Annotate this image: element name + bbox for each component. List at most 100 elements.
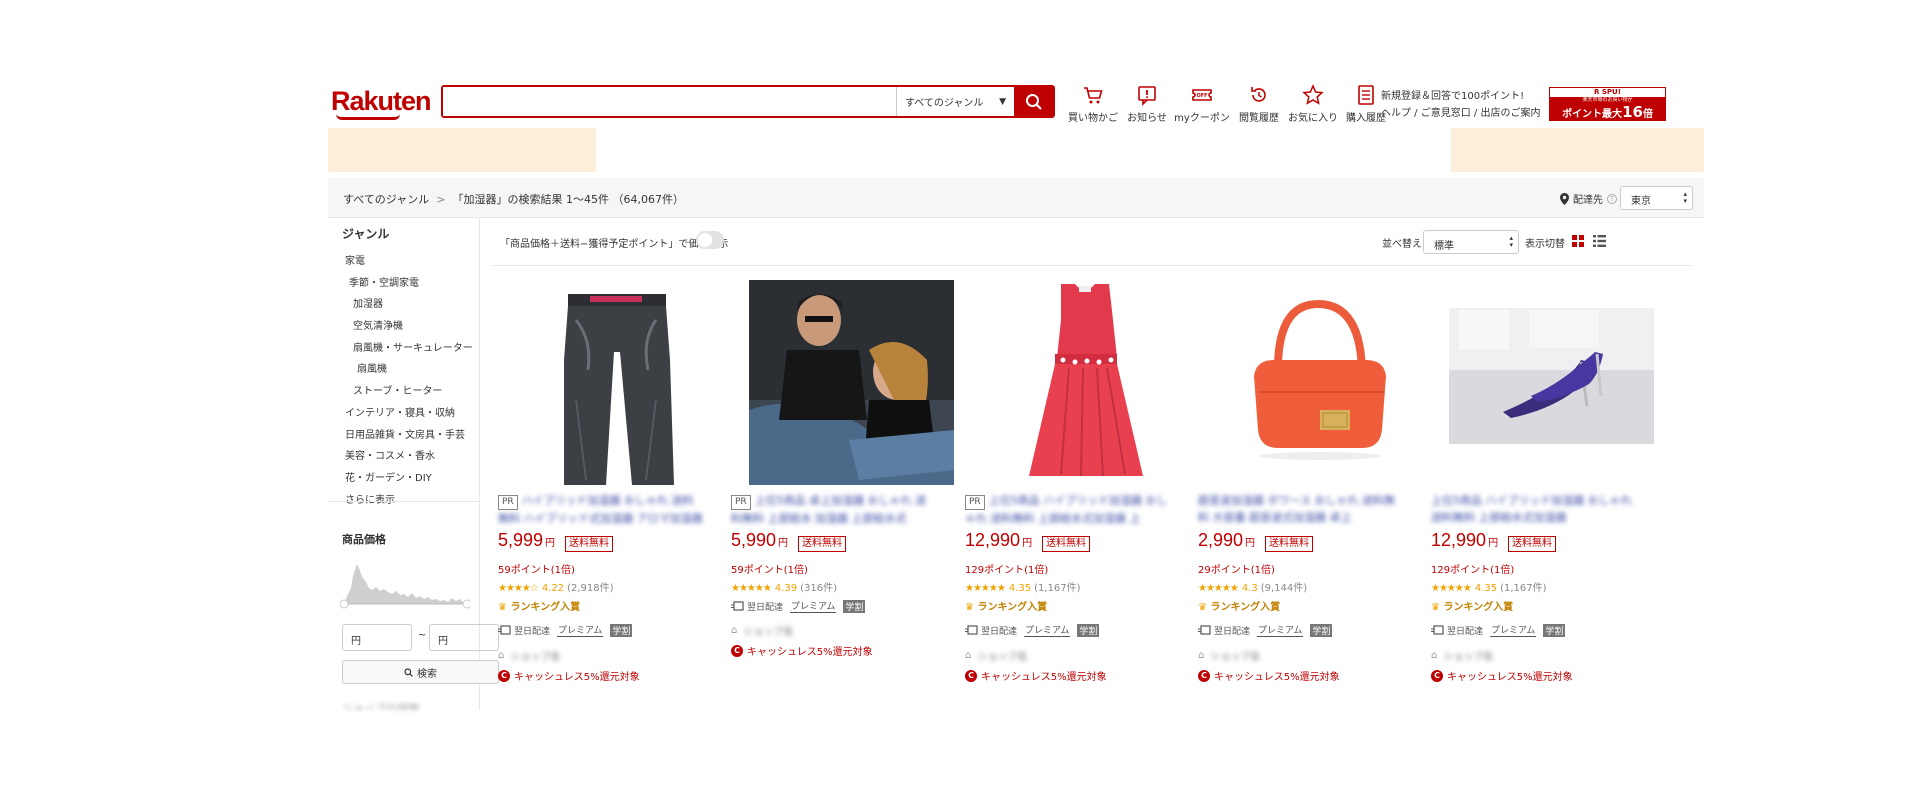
shop-name: ショップ名 (1443, 652, 1494, 663)
shop-row[interactable]: ⌂ ショップ名 (965, 648, 1027, 663)
genre-item[interactable]: 花・ガーデン・DIY (328, 469, 480, 491)
view-toggle-label: 表示切替 (1525, 239, 1565, 250)
pr-badge: PR (731, 495, 751, 510)
product-card[interactable]: PR 上位5商品 卓上加湿器 おしゃれ 送料無料 上部給水 加湿器 上部給水式 5… (731, 280, 954, 710)
rating[interactable]: ★★★★★ 4.3 (9,144件) (1198, 579, 1307, 594)
rating[interactable]: ★★★★★ 4.39 (316件) (731, 579, 837, 594)
cashless-text: キャッシュレス5%還元対象 (981, 672, 1107, 683)
ranking-badge[interactable]: ♛ ランキング入賞 (965, 598, 1047, 613)
cashless-icon: C (965, 669, 977, 682)
breadcrumb-root-link[interactable]: すべてのジャンル (343, 193, 429, 206)
genre-select[interactable]: すべてのジャンル ▼ (896, 87, 1014, 116)
product-title[interactable]: PR 上位5商品 卓上加湿器 おしゃれ 送料無料 上部給水 加湿器 上部給水式 (731, 492, 937, 526)
product-image[interactable] (983, 280, 1188, 485)
rating-score: 4.22 (541, 583, 565, 594)
product-price: 5,999 (498, 530, 544, 550)
product-title-text[interactable]: 超音波加湿器 ボワース おしゃれ 送料無料 大容量 超音波式加湿器 卓上 (1198, 494, 1395, 524)
rakuten-logo[interactable]: Rakuten (331, 86, 432, 117)
spu-banner[interactable]: R SPU! 楽天市場のお買い物が ポイント最大16倍 (1549, 87, 1666, 121)
shop-icon: ⌂ (498, 650, 505, 661)
price-display-toggle[interactable] (696, 231, 724, 249)
product-card[interactable]: PR 上位5商品 ハイブリッド加湿器 おしゃれ 送料無料 上部給水式加湿器 上 1… (965, 280, 1188, 710)
genre-item[interactable]: 美容・コスメ・香水 (328, 447, 480, 469)
points-text: 29ポイント(1倍) (1198, 565, 1275, 576)
ranking-badge[interactable]: ♛ ランキング入賞 (1198, 598, 1280, 613)
rating[interactable]: ★★★★★ 4.35 (1,167件) (1431, 579, 1547, 594)
sort-label: 並べ替え (1382, 239, 1422, 250)
help-links[interactable]: ヘルプ / ご意見窓口 / 出店のご案内 (1381, 105, 1540, 122)
next-day-label: 翌日配達 (514, 626, 551, 637)
search-icon (1025, 93, 1042, 110)
search-icon (404, 667, 413, 677)
genre-item[interactable]: 日用品雑貨・文房具・手芸 (328, 426, 480, 448)
ranking-badge[interactable]: ♛ ランキング入賞 (498, 598, 580, 613)
genre-item[interactable]: 家電 (328, 252, 480, 274)
rating[interactable]: ★★★★☆ 4.22 (2,918件) (498, 579, 614, 594)
search-button[interactable] (1014, 87, 1053, 116)
genre-heading: ジャンル (342, 227, 390, 241)
rating[interactable]: ★★★★★ 4.35 (1,167件) (965, 579, 1081, 594)
student-discount-tag: 学割 (843, 599, 866, 613)
genre-item[interactable]: 扇風機・サーキュレーター (328, 339, 480, 361)
genre-item-selected[interactable]: 加湿器 (328, 295, 480, 317)
free-shipping-badge: 送料無料 (1265, 536, 1314, 552)
star-rating-icon: ★★★★★ (1431, 583, 1472, 594)
nav-label: 買い物かご (1068, 113, 1118, 124)
product-image[interactable] (516, 280, 721, 485)
promo-banner[interactable] (596, 128, 1451, 172)
nav-notice[interactable]: お知らせ (1123, 84, 1171, 124)
ranking-badge[interactable]: ♛ ランキング入賞 (1431, 598, 1513, 613)
search-input[interactable] (443, 87, 896, 116)
list-view-icon[interactable] (1593, 235, 1606, 247)
sort-select[interactable]: 標準 ▴ ▾ (1423, 230, 1519, 254)
product-title[interactable]: PR ハイブリッド加湿器 おしゃれ 送料無料 ハイブリッド式加湿器 アロマ加湿器 (498, 492, 704, 526)
product-title-text[interactable]: 上位5商品 ハイブリッド加湿器 おしゃれ 送料無料 上部給水式加湿器 上 (965, 494, 1167, 525)
product-title-text[interactable]: ハイブリッド加湿器 おしゃれ 送料無料 ハイブリッド式加湿器 アロマ加湿器 (498, 494, 703, 525)
product-title[interactable]: 超音波加湿器 ボワース おしゃれ 送料無料 大容量 超音波式加湿器 卓上 (1198, 492, 1404, 526)
header-nav: 買い物かご お知らせ OFF myクーポン 閲覧履歴 お気に入り 購入履歴 (1063, 84, 1391, 124)
product-card[interactable]: 超音波加湿器 ボワース おしゃれ 送料無料 大容量 超音波式加湿器 卓上 2,9… (1198, 280, 1421, 710)
product-image[interactable] (749, 280, 954, 485)
genre-item[interactable]: 季節・空調家電 (328, 274, 480, 296)
help-icon[interactable]: ? (1607, 193, 1617, 204)
min-price-input[interactable]: 円 (342, 624, 412, 651)
price-search-button[interactable]: 検索 (342, 660, 499, 684)
product-image[interactable] (1449, 280, 1654, 485)
grid-view-icon[interactable] (1572, 235, 1584, 247)
product-card[interactable]: PR ハイブリッド加湿器 おしゃれ 送料無料 ハイブリッド式加湿器 アロマ加湿器 … (498, 280, 721, 710)
nav-label: お知らせ (1127, 113, 1167, 124)
shop-row[interactable]: ⌂ ショップ名 (498, 648, 560, 663)
nav-favorites[interactable]: お気に入り (1285, 84, 1341, 124)
max-price-input[interactable]: 円 (429, 624, 499, 651)
pr-badge: PR (498, 495, 518, 510)
product-title[interactable]: 上位5商品 ハイブリッド加湿器 おしゃれ 送料無料 上部給水式加湿器 (1431, 492, 1637, 526)
genre-item[interactable]: 空気清浄機 (328, 317, 480, 339)
select-arrows-icon: ▴ ▾ (1683, 190, 1687, 205)
genre-item[interactable]: インテリア・寝具・収納 (328, 404, 480, 426)
nav-cart[interactable]: 買い物かご (1063, 84, 1123, 124)
shop-row[interactable]: ⌂ ショップ名 (1198, 648, 1260, 663)
genre-item[interactable]: 扇風機 (328, 360, 480, 382)
shop-row[interactable]: ⌂ ショップ名 (1431, 648, 1493, 663)
register-promo-link[interactable]: 新規登録＆回答で100ポイント! (1381, 88, 1540, 105)
price-range-tilde: ~ (418, 630, 427, 641)
cart-icon (1084, 87, 1103, 104)
prefecture-select[interactable]: 東京 ▴ ▾ (1620, 186, 1693, 210)
box-icon (1431, 625, 1444, 635)
product-title-text[interactable]: 上位5商品 卓上加湿器 おしゃれ 送料無料 上部給水 加湿器 上部給水式 (731, 494, 926, 525)
product-card[interactable]: 上位5商品 ハイブリッド加湿器 おしゃれ 送料無料 上部給水式加湿器 12,99… (1431, 280, 1654, 710)
rakuten-search-page: Rakuten すべてのジャンル ▼ 買い物かご お知らせ OFF myクーポン… (328, 82, 1704, 710)
star-rating-icon: ★★★★★ (731, 583, 772, 594)
box-icon (731, 601, 744, 611)
shop-row[interactable]: ⌂ ショップ名 (731, 623, 793, 638)
delivery-label: 配達先 (1573, 195, 1603, 206)
nav-coupon[interactable]: OFF myクーポン (1171, 84, 1233, 124)
product-title[interactable]: PR 上位5商品 ハイブリッド加湿器 おしゃれ 送料無料 上部給水式加湿器 上 (965, 492, 1171, 526)
currency: 円 (1022, 538, 1033, 549)
nav-history[interactable]: 閲覧履歴 (1233, 84, 1285, 124)
crown-icon: ♛ (498, 602, 507, 613)
rating-score: 4.39 (774, 583, 798, 594)
product-title-text[interactable]: 上位5商品 ハイブリッド加湿器 おしゃれ 送料無料 上部給水式加湿器 (1431, 494, 1632, 524)
genre-item[interactable]: ストーブ・ヒーター (328, 382, 480, 404)
product-image[interactable] (1216, 280, 1421, 485)
